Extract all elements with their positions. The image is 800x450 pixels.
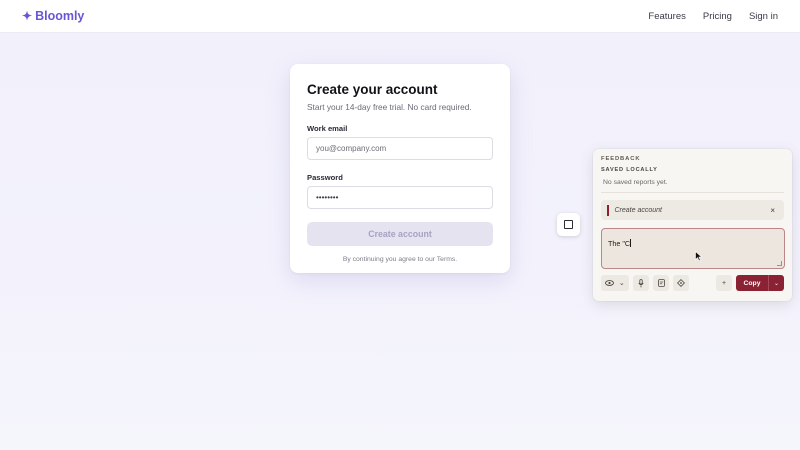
feedback-textarea[interactable]: The "C [601,228,785,269]
copy-button-group: Copy ⌄ [736,275,784,291]
feedback-text: The "C [608,239,631,248]
square-icon [564,220,573,229]
text-caret [630,239,632,247]
saved-locally-heading: SAVED LOCALLY [601,167,658,173]
feedback-heading: FEEDBACK [601,156,641,162]
selected-element-label: Create account [614,206,662,214]
chevron-down-icon: ⌄ [618,280,625,287]
resize-handle-icon[interactable] [777,261,782,266]
feedback-toggle-button[interactable] [557,213,580,236]
mouse-cursor-icon [695,251,703,262]
nav-link-pricing[interactable]: Pricing [703,11,732,22]
copy-button[interactable]: Copy [736,275,768,291]
add-button[interactable]: + [716,275,732,291]
chevron-down-icon: ⌄ [773,280,780,287]
email-field[interactable] [307,137,493,160]
email-label: Work email [307,124,348,133]
panel-divider [601,192,784,193]
feedback-toolbar: ⌄ + Copy ⌄ [601,275,784,291]
page-title: Create your account [307,82,438,97]
password-label: Password [307,173,343,182]
terms-text: By continuing you agree to our Terms. [342,256,458,263]
create-account-button[interactable]: Create account [307,222,493,246]
sparkle-icon: ✦ [22,9,33,23]
crosshair-icon [677,279,685,287]
document-icon [657,279,665,287]
feedback-panel: FEEDBACK SAVED LOCALLY No saved reports … [593,149,792,301]
selected-element-chip: Create account × [601,200,784,220]
microphone-icon [638,278,644,287]
nav-link-sign-in[interactable]: Sign in [749,11,778,22]
signup-card: Create your account Start your 14-day fr… [290,64,510,273]
visibility-dropdown[interactable]: ⌄ [601,275,629,291]
accent-bar [607,204,609,216]
microphone-button[interactable] [633,275,649,291]
empty-reports-text: No saved reports yet. [603,179,668,186]
password-field[interactable] [307,186,493,209]
main-nav: Features Pricing Sign in [648,11,778,22]
brand-logo[interactable]: ✦ Bloomly [22,9,84,23]
plus-icon: + [721,279,727,287]
eye-icon [605,280,615,286]
close-icon[interactable]: × [770,206,775,215]
top-navigation-bar: ✦ Bloomly Features Pricing Sign in [0,0,800,33]
copy-options-dropdown[interactable]: ⌄ [768,275,784,291]
brand-name: Bloomly [35,9,85,23]
select-element-button[interactable] [673,275,689,291]
nav-link-features[interactable]: Features [648,11,686,22]
attach-document-button[interactable] [653,275,669,291]
signup-subtitle: Start your 14-day free trial. No card re… [307,102,472,112]
